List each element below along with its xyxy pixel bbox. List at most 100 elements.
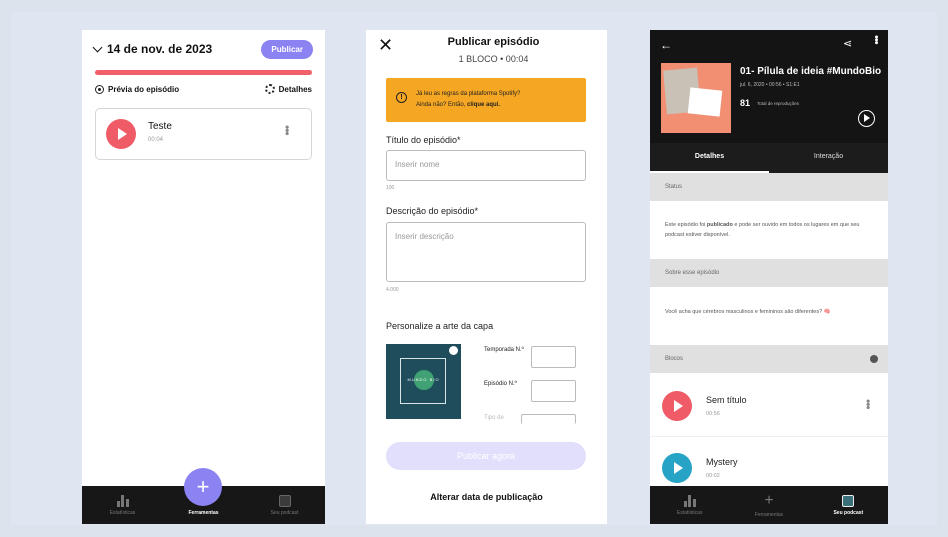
collapse-icon[interactable] <box>870 355 878 363</box>
date-selector[interactable]: 14 de nov. de 2023 <box>92 42 213 56</box>
season-label: Temporada N.º <box>484 347 524 353</box>
edit-icon[interactable] <box>449 346 458 355</box>
episode-meta: jul. 6, 2020 • 00:56 • S1:E1 <box>740 82 800 88</box>
share-icon[interactable]: ⋖ <box>843 37 852 50</box>
publish-button[interactable]: Publicar <box>261 40 313 59</box>
block-duration: 00:02 <box>706 473 720 479</box>
podcast-cover-icon <box>278 494 291 507</box>
info-icon: ! <box>396 92 407 103</box>
banner-text: Já leu as regras da plataforma Spotify? … <box>416 89 581 111</box>
about-text: Você acha que cérebros masculinos e femi… <box>665 309 831 315</box>
about-section-header: Sobre esse episódio <box>650 259 888 287</box>
chevron-down-icon <box>92 42 103 52</box>
plus-icon: + <box>764 491 774 509</box>
screen-title: Publicar episódio <box>447 36 540 48</box>
plays-count: 81 <box>740 98 751 108</box>
detail-tabs: Detalhes Interação <box>650 143 888 173</box>
nav-podcast-label: Seu podcast <box>270 509 299 516</box>
play-icon[interactable] <box>662 453 692 483</box>
description-label: Descrição do episódio* <box>386 206 479 216</box>
change-date-link[interactable]: Alterar data de publicação <box>366 492 607 502</box>
nav-stats-label: Estatísticas <box>676 509 703 516</box>
tab-details[interactable]: Detalhes <box>650 143 769 173</box>
rules-banner: ! Já leu as regras da plataforma Spotify… <box>386 78 586 122</box>
podcast-cover-icon <box>842 494 855 507</box>
banner-line-1: Já leu as regras da plataforma Spotify? <box>416 91 521 97</box>
segment-duration: 00:04 <box>148 137 164 143</box>
banner-line-2: Ainda não? Então, <box>416 102 466 108</box>
screen-subtitle: 1 BLOCO • 00:04 <box>458 54 529 64</box>
preview-icon <box>95 84 104 94</box>
bar-chart-icon <box>683 494 696 507</box>
more-vertical-icon[interactable]: ••• <box>870 35 882 44</box>
nav-stats[interactable]: Estatísticas <box>650 486 729 524</box>
title-input[interactable]: Inserir nome <box>386 150 586 181</box>
bottom-nav: Estatísticas + Ferramentas Seu podcast <box>650 486 888 524</box>
gear-icon <box>264 84 275 94</box>
blocks-list: Sem título 00:56 ••• Mystery 00:02 <box>650 373 888 486</box>
play-icon[interactable] <box>662 391 692 421</box>
description-char-limit: 4.000 <box>386 287 399 293</box>
preview-link[interactable]: Prévia do episódio <box>95 84 179 94</box>
play-circle-icon[interactable] <box>858 110 875 127</box>
details-link[interactable]: Detalhes <box>264 84 312 94</box>
episode-details-screen: ← ⋖ ••• 01- Pílula de ideia #MundoBio ju… <box>650 30 888 524</box>
nav-podcast-label: Seu podcast <box>833 509 864 516</box>
segment-card[interactable]: Teste 00:04 ••• <box>95 108 312 160</box>
status-text-bold: publicado <box>706 222 733 228</box>
status-text: Este episódio foi publicado e pode ser o… <box>665 220 875 240</box>
block-title[interactable]: Sem título <box>706 395 747 405</box>
preview-label: Prévia do episódio <box>108 84 180 94</box>
cover-text: MUNDO BIO <box>407 377 440 382</box>
block-title[interactable]: Mystery <box>706 457 738 467</box>
type-input[interactable] <box>521 414 576 424</box>
description-placeholder: Inserir descrição <box>395 232 454 241</box>
status-section-header: Status <box>650 173 888 201</box>
details-label: Detalhes <box>278 84 312 94</box>
nav-stats-label: Estatísticas <box>109 509 136 516</box>
more-vertical-icon[interactable]: ••• <box>861 399 875 409</box>
plus-icon: + <box>196 474 210 499</box>
blocks-section-header: Blocos <box>650 345 888 373</box>
back-arrow-icon[interactable]: ← <box>660 38 672 52</box>
nav-podcast[interactable]: Seu podcast <box>809 486 888 524</box>
episode-header: ← ⋖ ••• 01- Pílula de ideia #MundoBio ju… <box>650 30 888 143</box>
nav-tools[interactable]: + Ferramentas <box>729 486 808 524</box>
season-input[interactable] <box>531 346 576 368</box>
title-label: Título do episódio* <box>386 135 461 145</box>
publish-now-button[interactable]: Publicar agora <box>386 442 586 470</box>
bar-chart-icon <box>116 494 129 507</box>
play-icon[interactable] <box>106 119 136 149</box>
status-section: Este episódio foi publicado e pode ser o… <box>650 201 888 259</box>
episode-artwork <box>661 63 731 133</box>
description-input[interactable]: Inserir descrição <box>386 222 586 282</box>
add-button[interactable]: + <box>184 468 222 506</box>
banner-link[interactable]: clique aqui. <box>467 102 500 108</box>
date-label: 14 de nov. de 2023 <box>107 42 213 56</box>
segment-title: Teste <box>148 121 172 132</box>
title-placeholder: Inserir nome <box>395 160 440 169</box>
plays-label: Total de reproduções <box>757 101 800 106</box>
episode-label: Episódio N.º <box>484 381 517 387</box>
nav-podcast[interactable]: Seu podcast <box>244 486 325 524</box>
episode-progress-bar <box>95 70 312 75</box>
tab-interaction[interactable]: Interação <box>769 143 888 173</box>
builder-header: 14 de nov. de 2023 Publicar <box>82 30 325 68</box>
episode-builder-screen: 14 de nov. de 2023 Publicar Prévia do ep… <box>82 30 325 524</box>
about-section: Você acha que cérebros masculinos e femi… <box>650 287 888 345</box>
type-label: Tipo de <box>484 415 504 421</box>
nav-tools-label: Ferramentas <box>188 509 219 516</box>
episode-title: 01- Pílula de ideia #MundoBio <box>740 66 882 77</box>
status-text-a: Este episódio foi <box>665 222 706 228</box>
artwork-note <box>687 87 723 117</box>
cover-label: Personalize a arte da capa <box>386 321 494 331</box>
nav-stats[interactable]: Estatísticas <box>82 486 163 524</box>
divider <box>650 436 888 437</box>
nav-tools-label: Ferramentas <box>754 511 784 518</box>
block-duration: 00:56 <box>706 411 720 417</box>
episode-input[interactable] <box>531 380 576 402</box>
publish-episode-screen: ✕ Publicar episódio 1 BLOCO • 00:04 ! Já… <box>366 30 607 524</box>
cover-art[interactable]: MUNDO BIO <box>386 344 461 419</box>
title-char-limit: 100 <box>386 185 395 191</box>
more-vertical-icon[interactable]: ••• <box>280 125 294 135</box>
